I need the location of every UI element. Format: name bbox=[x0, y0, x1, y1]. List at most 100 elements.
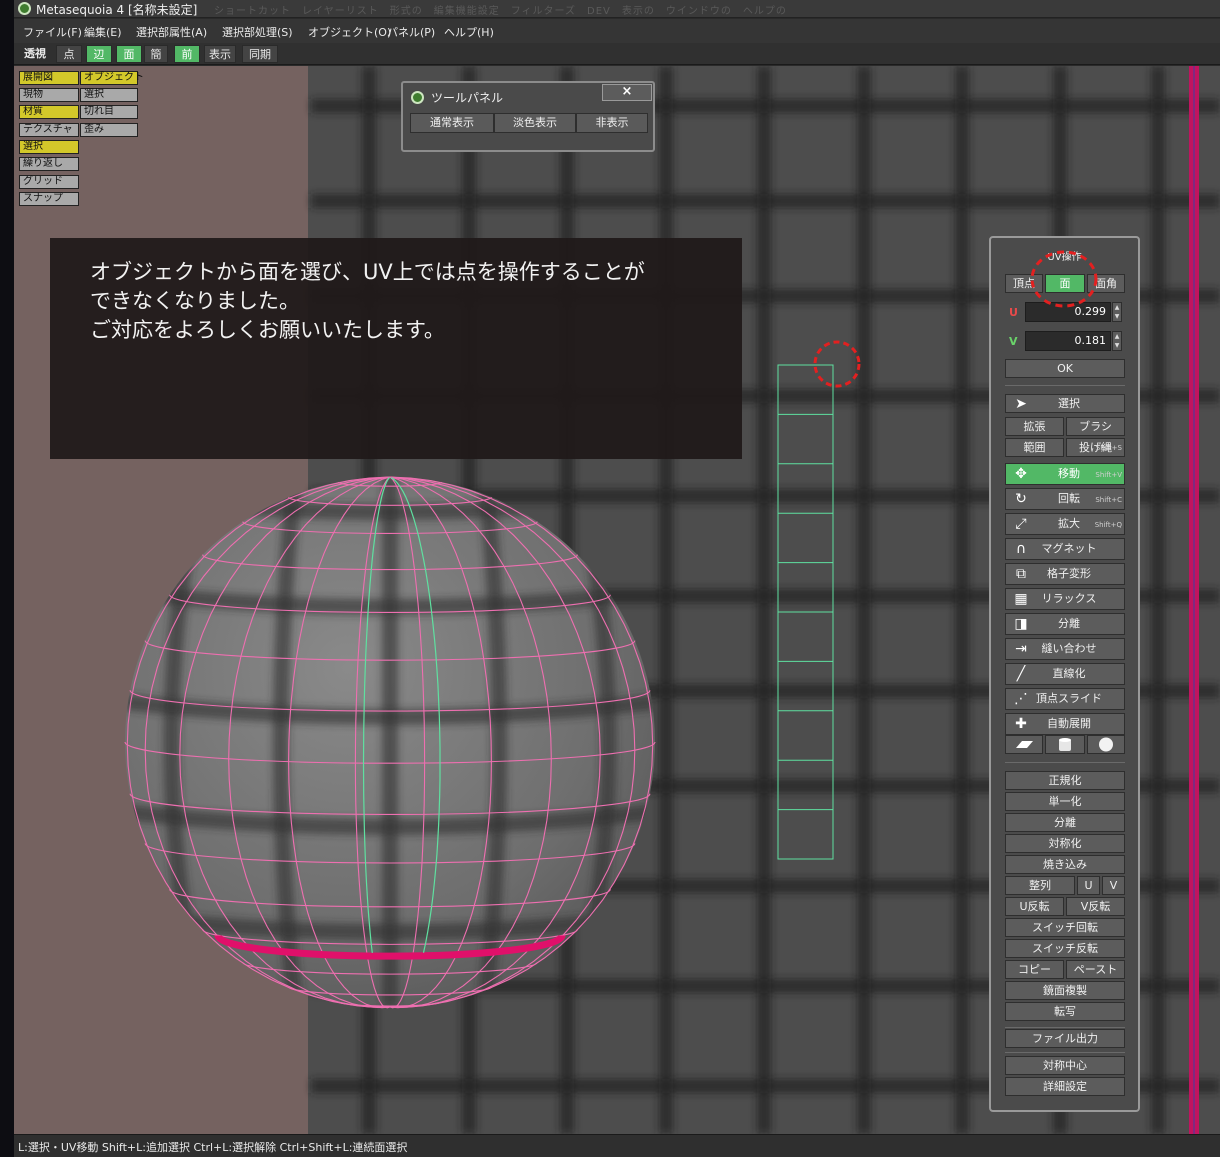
unify-button[interactable]: 単一化 bbox=[1005, 792, 1125, 811]
sync-button[interactable]: 同期 bbox=[242, 45, 278, 63]
uv-separator-3 bbox=[1005, 1027, 1125, 1028]
annotation-note: オブジェクトから面を選び、UV上では点を操作することが できなくなりました。 ご… bbox=[50, 238, 742, 459]
uv-tool-stitch[interactable]: ⇥ 縫い合わせ bbox=[1005, 638, 1125, 660]
cylinder-projection-button[interactable] bbox=[1045, 735, 1085, 754]
disp-object-button[interactable]: オブジェクト bbox=[80, 71, 144, 85]
v-value-field[interactable]: 0.181 bbox=[1025, 331, 1111, 351]
flip-u-button[interactable]: U反転 bbox=[1005, 897, 1064, 916]
symmetrize-button[interactable]: 対称化 bbox=[1005, 834, 1125, 853]
menu-help[interactable]: ヘルプ(H) bbox=[444, 24, 494, 40]
uv-brush-button[interactable]: ブラシ bbox=[1066, 417, 1125, 436]
tool-panel: ツールパネル × 通常表示 淡色表示 非表示 bbox=[401, 81, 655, 152]
uv-operation-panel: UV操作 頂点 面 面角 U 0.299 ▲ ▼ V 0.181 ▲ ▼ OK ➤ … bbox=[989, 236, 1140, 1112]
menu-bar: ファイル(F) 編集(E) 選択部属性(A) 選択部処理(S) オブジェクト(O… bbox=[14, 19, 1220, 43]
disp-material-button[interactable]: 材質 bbox=[19, 105, 79, 119]
tool-panel-icon bbox=[411, 91, 424, 104]
tool-panel-close-button[interactable]: × bbox=[602, 84, 652, 101]
menu-file[interactable]: ファイル(F) bbox=[23, 24, 82, 40]
copy-button[interactable]: コピー bbox=[1005, 960, 1064, 979]
uv-separator-2 bbox=[1005, 762, 1125, 763]
uv-tool-rotate[interactable]: ↻ 回転 Shift+C bbox=[1005, 488, 1125, 510]
disp-distortion-button[interactable]: 歪み bbox=[80, 123, 138, 137]
uv-tool-vertex-slide[interactable]: ⋰ 頂点スライド bbox=[1005, 688, 1125, 710]
stitch-icon: ⇥ bbox=[1015, 641, 1027, 657]
align-button[interactable]: 整列 bbox=[1005, 876, 1075, 895]
v-label: V bbox=[1009, 335, 1018, 348]
uv-select-button[interactable]: ➤ 選択 bbox=[1005, 394, 1125, 413]
menu-selection-process[interactable]: 選択部処理(S) bbox=[222, 24, 293, 40]
normal-display-button[interactable]: 通常表示 bbox=[410, 113, 494, 133]
align-u-button[interactable]: U bbox=[1077, 876, 1100, 895]
disp-texture-button[interactable]: テクスチャ bbox=[19, 123, 79, 137]
uv-expand-button[interactable]: 拡張 bbox=[1005, 417, 1064, 436]
disp-selection-button[interactable]: 選択 bbox=[80, 88, 138, 102]
disp-repeat-button[interactable]: 繰り返し bbox=[19, 157, 79, 171]
align-v-button[interactable]: V bbox=[1102, 876, 1125, 895]
uv-tool-separate[interactable]: ◨ 分離 bbox=[1005, 613, 1125, 635]
display-button[interactable]: 表示 bbox=[204, 45, 236, 63]
menu-edit[interactable]: 編集(E) bbox=[84, 24, 122, 40]
uv-tool-auto-unwrap[interactable]: ✚ 自動展開 bbox=[1005, 713, 1125, 735]
window-title: Metasequoia 4 [名称未設定] bbox=[36, 3, 198, 17]
paste-button[interactable]: ペースト bbox=[1066, 960, 1125, 979]
perspective-toggle[interactable]: 透視 bbox=[22, 45, 48, 63]
v-spinner[interactable]: ▲ ▼ bbox=[1112, 331, 1122, 351]
point-mode-button[interactable]: 点 bbox=[56, 45, 82, 63]
symmetry-center-button[interactable]: 対称中心 bbox=[1005, 1056, 1125, 1075]
uv-tool-scale[interactable]: ⤢ 拡大 Shift+Q bbox=[1005, 513, 1125, 535]
uv-tool-lattice[interactable]: ⧉ 格子変形 bbox=[1005, 563, 1125, 585]
magnet-icon: ∩ bbox=[1015, 541, 1027, 557]
auto-unwrap-icon: ✚ bbox=[1015, 716, 1027, 732]
split-button[interactable]: 分離 bbox=[1005, 813, 1125, 832]
file-export-button[interactable]: ファイル出力 bbox=[1005, 1029, 1125, 1048]
normalize-button[interactable]: 正規化 bbox=[1005, 771, 1125, 790]
swap-flip-button[interactable]: スイッチ反転 bbox=[1005, 939, 1125, 958]
detail-settings-button[interactable]: 詳細設定 bbox=[1005, 1077, 1125, 1096]
u-spinner[interactable]: ▲ ▼ bbox=[1112, 302, 1122, 322]
disp-snap-button[interactable]: スナップ bbox=[19, 192, 79, 206]
background-window-menus: ショートカット レイヤーリスト 形式の 編集機能設定 フィルターズ DEV 表示… bbox=[214, 6, 787, 17]
sphere-model[interactable] bbox=[124, 476, 656, 1009]
faint-display-button[interactable]: 淡色表示 bbox=[494, 113, 576, 133]
disp-real-button[interactable]: 現物 bbox=[19, 88, 79, 102]
uv-ok-button[interactable]: OK bbox=[1005, 359, 1125, 378]
sphere-projection-button[interactable] bbox=[1087, 735, 1125, 754]
note-line-3: ご対応をよろしくお願いいたします。 bbox=[90, 318, 445, 342]
swap-rotate-button[interactable]: スイッチ回転 bbox=[1005, 918, 1125, 937]
straighten-icon: ╱ bbox=[1016, 666, 1026, 682]
transfer-button[interactable]: 転写 bbox=[1005, 1002, 1125, 1021]
uv-tool-shortcut: Shift+Q bbox=[1094, 521, 1122, 529]
disp-select-button[interactable]: 選択 bbox=[19, 140, 79, 154]
menu-panel[interactable]: パネル(P) bbox=[387, 24, 435, 40]
rotate-icon: ↻ bbox=[1015, 491, 1027, 507]
uv-tool-move[interactable]: ✥ 移動 Shift+V bbox=[1005, 463, 1125, 485]
simple-mode-button[interactable]: 簡 bbox=[144, 45, 168, 63]
uv-range-button[interactable]: 範囲 bbox=[1005, 438, 1064, 457]
flip-v-button[interactable]: V反転 bbox=[1066, 897, 1125, 916]
mirror-duplicate-button[interactable]: 鏡面複製 bbox=[1005, 981, 1125, 1000]
uv-lasso-button[interactable]: 投げ縄 Shift+S bbox=[1066, 438, 1125, 457]
bake-button[interactable]: 焼き込み bbox=[1005, 855, 1125, 874]
status-text: L:選択・UV移動 Shift+L:追加選択 Ctrl+L:選択解除 Ctrl+… bbox=[18, 1141, 408, 1154]
disp-grid-button[interactable]: グリッド bbox=[19, 175, 79, 189]
relax-icon: ▦ bbox=[1014, 591, 1028, 607]
note-line-2: できなくなりました。 bbox=[90, 289, 300, 313]
uv-tool-magnet[interactable]: ∩ マグネット bbox=[1005, 538, 1125, 560]
plane-projection-button[interactable] bbox=[1005, 735, 1043, 754]
disp-seam-button[interactable]: 切れ目 bbox=[80, 105, 138, 119]
uv-tool-relax[interactable]: ▦ リラックス bbox=[1005, 588, 1125, 610]
uv-tool-straighten[interactable]: ╱ 直線化 bbox=[1005, 663, 1125, 685]
lattice-icon: ⧉ bbox=[1016, 566, 1026, 582]
edge-mode-button[interactable]: 辺 bbox=[86, 45, 112, 63]
sphere-projection-icon bbox=[1099, 737, 1113, 752]
move-icon: ✥ bbox=[1015, 466, 1027, 482]
face-mode-button[interactable]: 面 bbox=[116, 45, 142, 63]
disp-unfold-button[interactable]: 展開図 bbox=[19, 71, 79, 85]
menu-object[interactable]: オブジェクト(O) bbox=[308, 24, 391, 40]
title-bar: Metasequoia 4 [名称未設定] ショートカット レイヤーリスト 形式… bbox=[14, 0, 1220, 18]
front-mode-button[interactable]: 前 bbox=[174, 45, 200, 63]
uv-separator-4 bbox=[1005, 1052, 1125, 1053]
hide-display-button[interactable]: 非表示 bbox=[576, 113, 648, 133]
menu-selection-attributes[interactable]: 選択部属性(A) bbox=[136, 24, 207, 40]
u-label: U bbox=[1009, 306, 1018, 319]
